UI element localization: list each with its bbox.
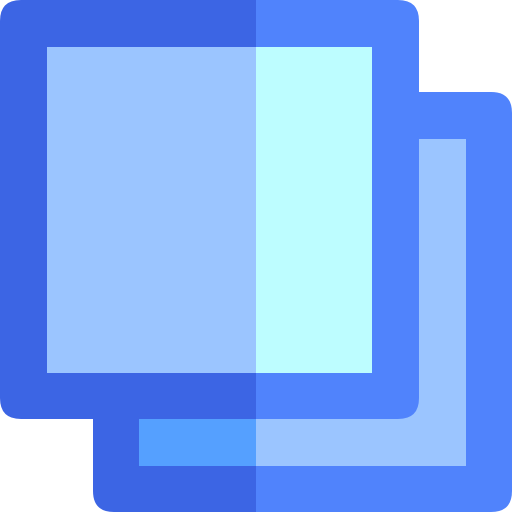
front-square-fill-right <box>256 47 372 373</box>
front-square <box>0 0 419 419</box>
front-square-fill-left <box>47 47 256 373</box>
icon-canvas <box>0 0 512 512</box>
copy-icon <box>0 0 512 512</box>
